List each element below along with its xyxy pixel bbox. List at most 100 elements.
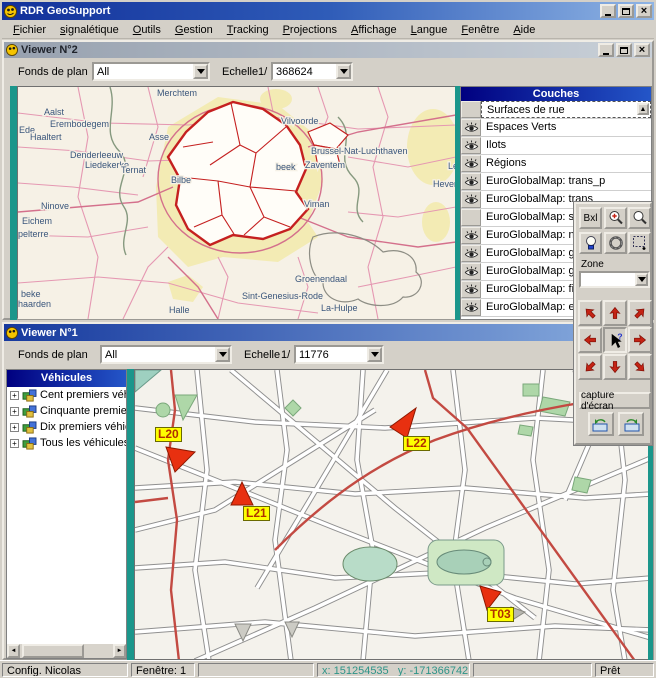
pan-east-button[interactable] <box>628 327 652 353</box>
tree-expander-icon[interactable]: + <box>10 439 19 448</box>
viewer1-map-canvas[interactable] <box>135 370 650 660</box>
chevron-down-icon[interactable] <box>215 347 230 362</box>
screen-capture-button[interactable]: capture d'écran <box>579 392 651 409</box>
scroll-up-button[interactable]: ▲ <box>637 103 649 115</box>
menu-gestion[interactable]: Gestion <box>168 22 220 38</box>
tree-item-label[interactable]: Cinquante premiers v <box>40 405 126 417</box>
tree-item[interactable]: + Tous les véhicules <box>7 435 126 451</box>
zoom-in-button[interactable] <box>604 207 627 229</box>
fonds-de-plan-select[interactable]: All <box>100 345 232 364</box>
viewer2-title: Viewer N°2 <box>21 44 595 56</box>
layer-visibility-toggle[interactable] <box>461 209 481 226</box>
layer-label[interactable]: Ilots <box>481 137 651 154</box>
arrow-north-icon <box>607 305 623 321</box>
tree-item-label[interactable]: Tous les véhicules <box>40 437 126 449</box>
layer-visibility-toggle[interactable] <box>461 245 481 262</box>
viewer1-title-bar[interactable]: Viewer N°1 <box>4 324 652 341</box>
layer-visibility-toggle[interactable] <box>461 281 481 298</box>
echelle-select[interactable]: 11776 <box>294 345 384 364</box>
menu-tracking[interactable]: Tracking <box>220 22 276 38</box>
pan-west-button[interactable] <box>578 327 602 353</box>
menu-aide[interactable]: Aide <box>506 22 542 38</box>
close-icon: × <box>639 45 645 56</box>
zone-select[interactable] <box>579 271 650 288</box>
tree-item[interactable]: + Cinquante premiers v <box>7 403 126 419</box>
pan-southeast-button[interactable] <box>628 354 652 380</box>
tree-item-label[interactable]: Dix premiers véhicule <box>40 421 126 433</box>
minimize-button[interactable] <box>600 4 616 18</box>
pan-southwest-button[interactable] <box>578 354 602 380</box>
vehicle-label-l22[interactable]: L22 <box>403 436 430 451</box>
tree-item-label[interactable]: Cent premiers véhicu <box>40 389 126 401</box>
menu-fichier[interactable]: Fichier <box>6 22 53 38</box>
horizontal-scrollbar[interactable]: ◄ ► <box>7 644 126 658</box>
viewer-icon <box>6 327 18 339</box>
viewer2-maximize-button[interactable] <box>616 43 632 57</box>
layer-label[interactable]: Espaces Verts <box>481 119 651 136</box>
viewer1-map[interactable]: L20 L21 L22 T03 <box>134 369 650 660</box>
menu-outils[interactable]: Outils <box>126 22 168 38</box>
layer-visibility-toggle[interactable] <box>461 155 481 172</box>
tree-expander-icon[interactable]: + <box>10 423 19 432</box>
tree-map-splitter[interactable] <box>127 369 134 660</box>
layer-visibility-toggle[interactable] <box>461 191 481 208</box>
orientation-left-button[interactable] <box>588 412 614 436</box>
menu-projections[interactable]: Projections <box>276 22 344 38</box>
fonds-de-plan-select[interactable]: All <box>92 62 210 81</box>
map-splitter[interactable] <box>10 86 17 320</box>
page-landscape-right-icon <box>621 416 641 433</box>
viewer2-map[interactable]: Aalst Erembodegem Ede Haaltert Denderlee… <box>17 86 455 318</box>
viewer2-map-canvas[interactable]: Aalst Erembodegem Ede Haaltert Denderlee… <box>18 87 456 319</box>
main-title-bar[interactable]: RDR GeoSupport × <box>2 2 654 20</box>
tree-expander-icon[interactable]: + <box>10 391 19 400</box>
bxl-button[interactable]: Bxl <box>579 207 602 229</box>
tree-item[interactable]: + Dix premiers véhicule <box>7 419 126 435</box>
vehicle-label-l20[interactable]: L20 <box>155 427 182 442</box>
scroll-left-button[interactable]: ◄ <box>7 644 20 658</box>
pan-northwest-button[interactable] <box>578 300 602 326</box>
viewer2-minimize-button[interactable] <box>598 43 614 57</box>
pan-northeast-button[interactable] <box>628 300 652 326</box>
chevron-down-icon[interactable] <box>635 273 648 286</box>
scrollbar-thumb[interactable] <box>22 644 84 658</box>
pan-north-button[interactable] <box>603 300 627 326</box>
orientation-right-button[interactable] <box>618 412 644 436</box>
highlight-button[interactable] <box>579 232 602 254</box>
zoom-out-button[interactable] <box>628 207 651 229</box>
scroll-right-button[interactable]: ► <box>113 644 126 658</box>
layer-visibility-toggle[interactable] <box>461 101 481 118</box>
close-button[interactable]: × <box>636 4 652 18</box>
chevron-down-icon[interactable] <box>367 347 382 362</box>
identify-button[interactable]: ? <box>603 327 627 353</box>
layer-label[interactable]: Surfaces de rue <box>481 101 651 118</box>
layer-visibility-toggle[interactable] <box>461 119 481 136</box>
center-extent-button[interactable] <box>604 232 627 254</box>
layer-label[interactable]: EuroGlobalMap: trans_p <box>481 173 651 190</box>
vehicle-label-l21[interactable]: L21 <box>243 506 270 521</box>
vehicle-label-t03[interactable]: T03 <box>487 607 514 622</box>
layer-visibility-toggle[interactable] <box>461 299 481 316</box>
tree-expander-icon[interactable]: + <box>10 407 19 416</box>
layer-visibility-toggle[interactable] <box>461 137 481 154</box>
layer-visibility-toggle[interactable] <box>461 227 481 244</box>
menu-signaletique[interactable]: signalétique <box>53 22 126 38</box>
layer-visibility-toggle[interactable] <box>461 173 481 190</box>
viewer2-close-button[interactable]: × <box>634 43 650 57</box>
chevron-down-icon[interactable] <box>336 64 351 79</box>
menu-fenetre[interactable]: Fenêtre <box>454 22 506 38</box>
menu-affichage[interactable]: Affichage <box>344 22 404 38</box>
chevron-down-icon[interactable] <box>193 64 208 79</box>
layer-visibility-toggle[interactable] <box>461 263 481 280</box>
map-label: Viman <box>304 199 329 209</box>
pan-south-button[interactable] <box>603 354 627 380</box>
layer-label[interactable]: Régions <box>481 155 651 172</box>
maximize-button[interactable] <box>618 4 634 18</box>
viewer2-title-bar[interactable]: Viewer N°2 × <box>4 42 652 58</box>
map-label: Sint-Genesius-Rode <box>242 291 323 301</box>
echelle-select[interactable]: 368624 <box>271 62 353 81</box>
zoom-to-selection-button[interactable] <box>628 232 651 254</box>
tree-item[interactable]: + Cent premiers véhicu <box>7 387 126 403</box>
menu-langue[interactable]: Langue <box>404 22 455 38</box>
vehicle-group-icon <box>22 437 37 450</box>
vehicle-group-icon <box>22 421 37 434</box>
